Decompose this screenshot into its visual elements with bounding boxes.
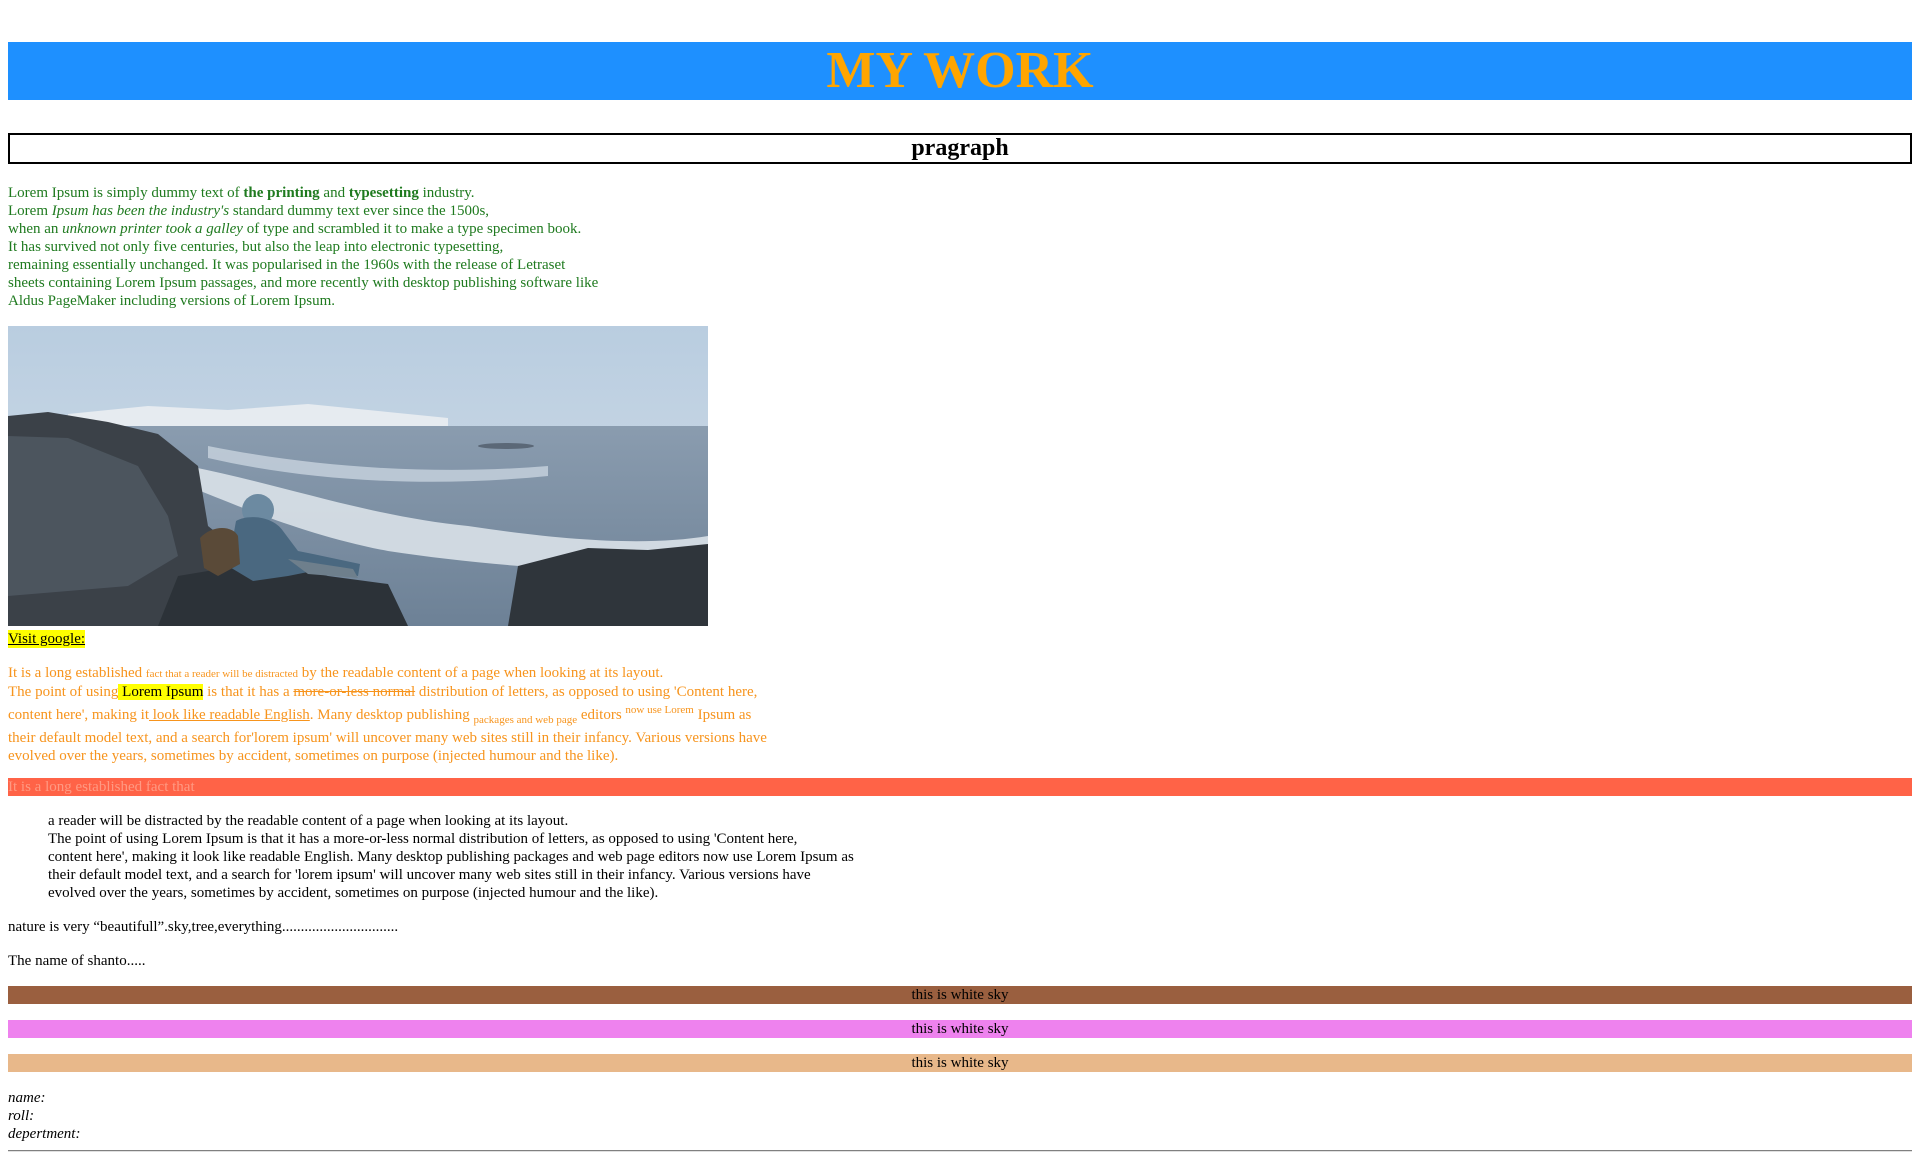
visit-google-link[interactable]: Visit google:: [8, 630, 86, 648]
text-run: Lorem Ipsum is simply dummy text of: [8, 185, 244, 201]
name-label: name:: [8, 1090, 46, 1106]
strikethrough-text: more-or-less normal: [293, 684, 416, 700]
highlighted-text: Lorem Ipsum: [118, 684, 204, 700]
tomato-banner-text: It is a long established fact that: [8, 779, 195, 795]
subscript-text: packages and web page: [473, 714, 578, 726]
text-run: when an: [8, 221, 63, 237]
horizontal-rule: [8, 1150, 1912, 1152]
orange-paragraph: It is a long established fact that a rea…: [8, 664, 828, 765]
department-label: depertment:: [8, 1126, 81, 1142]
page-title: MY WORK: [826, 42, 1094, 99]
text-run: Ipsum as: [693, 707, 752, 723]
text-run: . Many desktop publishing: [309, 707, 474, 723]
italic-text: Ipsum has been the industry's: [51, 203, 230, 219]
text-line: remaining essentially unchanged. It was …: [8, 257, 566, 273]
small-text: fact that a reader will be distracted: [145, 668, 298, 680]
sky-bar-tan: this is white sky: [8, 1054, 1912, 1072]
text-line: evolved over the years, sometimes by acc…: [48, 885, 659, 901]
section-heading-text: pragraph: [911, 135, 1009, 161]
text-line: content here', making it look like reada…: [48, 849, 854, 865]
text-line: It has survived not only five centuries,…: [8, 239, 504, 255]
sky-bar-label: this is white sky: [911, 987, 1009, 1003]
sky-bar-label: this is white sky: [911, 1021, 1009, 1037]
text-run: content here', making it: [8, 707, 149, 723]
text-line: their default model text, and a search f…: [8, 730, 767, 746]
section-heading: pragraph: [8, 133, 1912, 164]
text-run: Lorem: [8, 203, 52, 219]
roll-label: roll:: [8, 1108, 35, 1124]
text-line: sheets containing Lorem Ipsum passages, …: [8, 275, 599, 291]
text-run: industry.: [418, 185, 475, 201]
text-run: editors: [577, 707, 626, 723]
page-title-banner: MY WORK: [8, 42, 1912, 100]
text-run: distribution of letters, as opposed to u…: [415, 684, 758, 700]
underlined-text: look like readable English: [149, 707, 310, 723]
sky-bar-label: this is white sky: [911, 1055, 1009, 1071]
text-run: It is a long established: [8, 665, 146, 681]
italic-text: unknown printer took a galley: [62, 221, 243, 237]
text-line: Aldus PageMaker including versions of Lo…: [8, 293, 336, 309]
bold-text: the printing: [243, 185, 320, 201]
coastal-landscape-photo: [8, 326, 708, 626]
text-line: a reader will be distracted by the reada…: [48, 813, 569, 829]
text-run: The point of using: [8, 684, 119, 700]
text-run: and: [319, 185, 349, 201]
green-paragraph: Lorem Ipsum is simply dummy text of the …: [8, 184, 708, 310]
text-run: of type and scrambled it to make a type …: [242, 221, 582, 237]
text-run: standard dummy text ever since the 1500s…: [229, 203, 490, 219]
name-text: The name of shanto.....: [8, 953, 146, 969]
info-block: name: roll: depertment:: [8, 1089, 80, 1143]
nature-text: nature is very “beautifull”.sky,tree,eve…: [8, 919, 399, 935]
text-line: their default model text, and a search f…: [48, 867, 811, 883]
text-run: by the readable content of a page when l…: [298, 665, 664, 681]
text-line: evolved over the years, sometimes by acc…: [8, 748, 619, 764]
text-line: The point of using Lorem Ipsum is that i…: [48, 831, 798, 847]
bold-text: typesetting: [348, 185, 419, 201]
text-run: is that it has a: [203, 684, 294, 700]
sky-bar-violet: this is white sky: [8, 1020, 1912, 1038]
page: MY WORK pragraph Lorem Ipsum is simply d…: [0, 0, 1920, 1168]
sky-bar-brown: this is white sky: [8, 986, 1912, 1004]
indented-blockquote: a reader will be distracted by the reada…: [48, 812, 928, 902]
tomato-banner: It is a long established fact that: [8, 778, 1912, 796]
superscript-text: now use Lorem: [625, 704, 694, 716]
